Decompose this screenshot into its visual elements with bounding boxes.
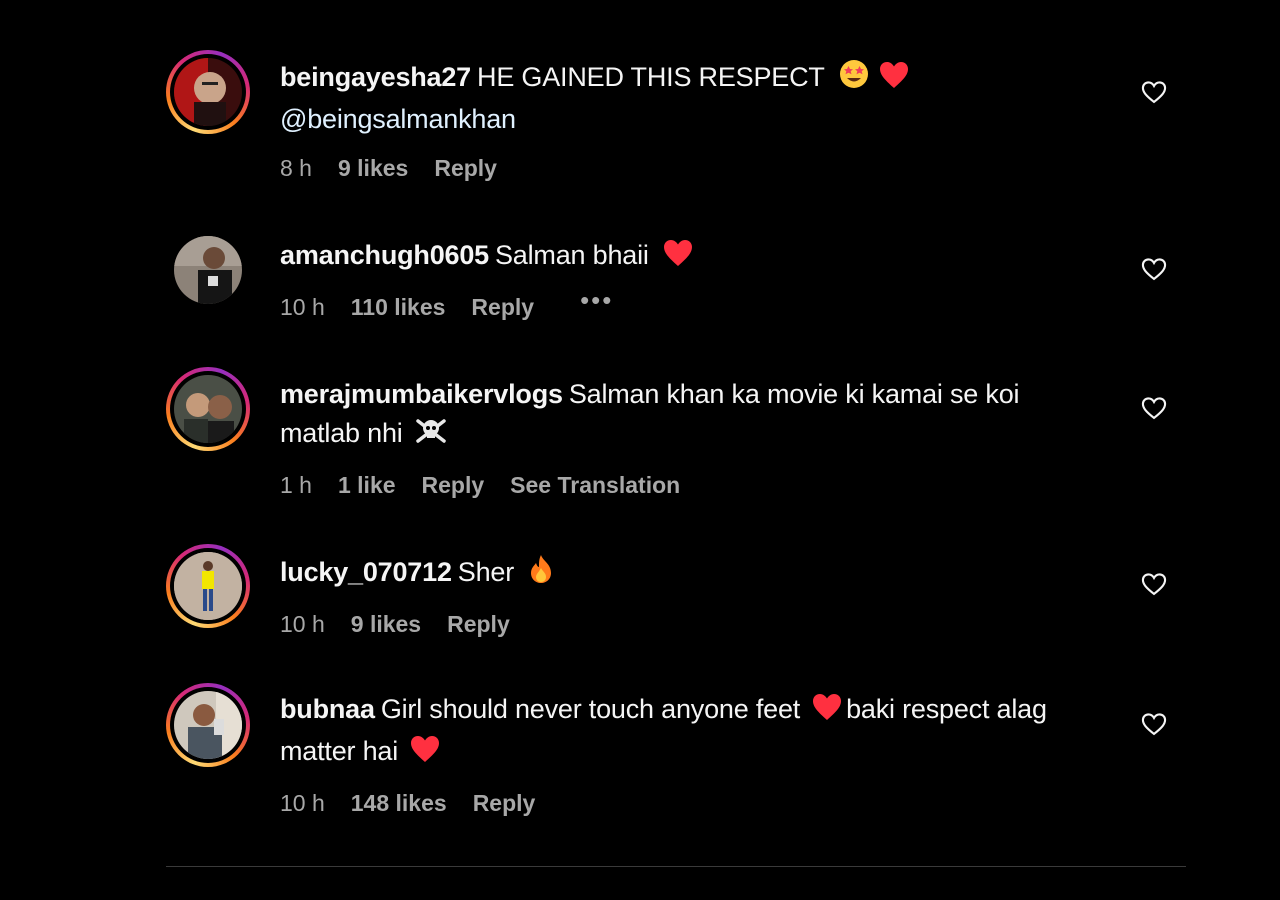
comment-content: Sher xyxy=(457,557,514,587)
comment-body: beingayesha27 HE GAINED THIS RESPECT @bei… xyxy=(280,58,1100,183)
more-options-icon[interactable]: ••• xyxy=(580,285,613,316)
reply-button[interactable]: Reply xyxy=(447,611,510,638)
see-translation-button[interactable]: See Translation xyxy=(510,472,680,499)
divider xyxy=(166,866,1186,867)
likes-count[interactable]: 148 likes xyxy=(351,790,447,817)
avatar-story-ring[interactable] xyxy=(166,367,250,451)
heart-outline-icon[interactable] xyxy=(1140,394,1168,422)
comment-username[interactable]: lucky_070712 xyxy=(280,557,452,587)
likes-count[interactable]: 110 likes xyxy=(351,294,446,321)
comment-meta: 8 h 9 likes Reply xyxy=(280,153,1100,183)
comment-username[interactable]: bubnaa xyxy=(280,694,375,724)
comment-body: lucky_070712 Sher 10 h 9 likes Reply xyxy=(280,553,1100,639)
skull-crossbones-emoji-icon xyxy=(415,417,447,456)
likes-count[interactable]: 9 likes xyxy=(338,155,408,182)
red-heart-emoji-icon xyxy=(812,693,842,732)
reply-button[interactable]: Reply xyxy=(473,790,536,817)
comment-text: merajmumbaikervlogs Salman khan ka movie … xyxy=(280,375,1100,456)
comment-meta: 10 h 110 likes Reply ••• xyxy=(280,285,1100,322)
comment-list: beingayesha27 HE GAINED THIS RESPECT @bei… xyxy=(0,0,1280,900)
comment-text: bubnaa Girl should never touch anyone fee… xyxy=(280,690,1100,774)
comment-time: 1 h xyxy=(280,471,312,498)
comment-text: lucky_070712 Sher xyxy=(280,553,1100,595)
comment-time: 10 h xyxy=(280,610,325,637)
heart-outline-icon[interactable] xyxy=(1140,78,1168,106)
comment-body: amanchugh0605 Salman bhaii 10 h 110 likes… xyxy=(280,236,1100,322)
comment-meta: 1 h 1 like Reply See Translation xyxy=(280,470,1100,500)
reply-button[interactable]: Reply xyxy=(422,472,485,499)
comment-meta: 10 h 9 likes Reply xyxy=(280,609,1100,639)
red-heart-emoji-icon xyxy=(663,239,693,278)
comment-time: 10 h xyxy=(280,293,325,320)
comment-content: HE GAINED THIS RESPECT xyxy=(477,62,825,92)
comment-text: amanchugh0605 Salman bhaii xyxy=(280,236,1100,278)
comment-body: bubnaa Girl should never touch anyone fee… xyxy=(280,690,1100,818)
reply-button[interactable]: Reply xyxy=(471,294,534,321)
comment-meta: 10 h 148 likes Reply xyxy=(280,788,1100,818)
comment-username[interactable]: amanchugh0605 xyxy=(280,240,489,270)
avatar[interactable] xyxy=(174,552,242,620)
avatar[interactable] xyxy=(174,375,242,443)
comment-text: beingayesha27 HE GAINED THIS RESPECT @bei… xyxy=(280,58,1100,139)
comment-body: merajmumbaikervlogs Salman khan ka movie … xyxy=(280,375,1100,500)
avatar[interactable] xyxy=(174,691,242,759)
heart-outline-icon[interactable] xyxy=(1140,570,1168,598)
comment-time: 10 h xyxy=(280,789,325,816)
likes-count[interactable]: 9 likes xyxy=(351,611,421,638)
red-heart-emoji-icon xyxy=(410,735,440,774)
heart-outline-icon[interactable] xyxy=(1140,710,1168,738)
avatar[interactable] xyxy=(174,236,242,304)
avatar-story-ring[interactable] xyxy=(166,50,250,134)
comment-content: Girl should never touch anyone feet xyxy=(380,694,801,724)
avatar-story-ring[interactable] xyxy=(166,683,250,767)
likes-count[interactable]: 1 like xyxy=(338,472,396,499)
avatar-story-ring[interactable] xyxy=(166,544,250,628)
heart-outline-icon[interactable] xyxy=(1140,255,1168,283)
comment-content: Salman bhaii xyxy=(494,240,649,270)
comment-username[interactable]: beingayesha27 xyxy=(280,62,471,92)
red-heart-emoji-icon xyxy=(879,61,909,100)
mention-link[interactable]: @beingsalmankhan xyxy=(280,104,516,134)
star-struck-emoji-icon xyxy=(839,59,869,100)
reply-button[interactable]: Reply xyxy=(434,155,497,182)
comment-time: 8 h xyxy=(280,154,312,181)
fire-emoji-icon xyxy=(528,554,554,595)
avatar[interactable] xyxy=(174,58,242,126)
comment-username[interactable]: merajmumbaikervlogs xyxy=(280,379,563,409)
